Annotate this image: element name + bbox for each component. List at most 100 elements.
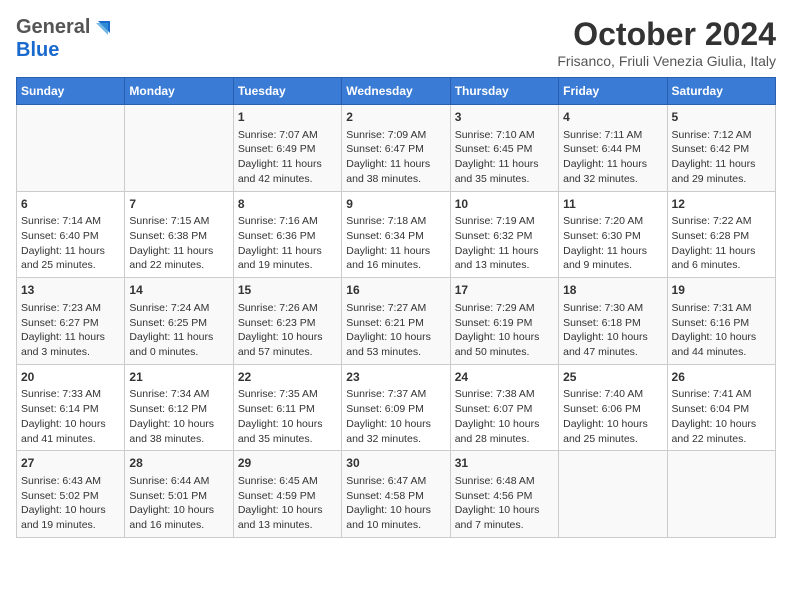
day-header-sunday: Sunday [17, 78, 125, 105]
calendar-cell: 8Sunrise: 7:16 AMSunset: 6:36 PMDaylight… [233, 191, 341, 278]
day-number: 16 [346, 282, 445, 299]
cell-content: Sunrise: 7:31 AM [672, 301, 771, 316]
day-number: 14 [129, 282, 228, 299]
day-number: 23 [346, 369, 445, 386]
cell-content: Daylight: 10 hours and 38 minutes. [129, 417, 228, 446]
day-number: 25 [563, 369, 662, 386]
calendar-cell [125, 105, 233, 192]
cell-content: Sunset: 4:58 PM [346, 489, 445, 504]
cell-content: Sunrise: 7:38 AM [455, 387, 554, 402]
cell-content: Daylight: 11 hours and 22 minutes. [129, 244, 228, 273]
day-number: 8 [238, 196, 337, 213]
cell-content: Daylight: 11 hours and 29 minutes. [672, 157, 771, 186]
calendar-cell: 25Sunrise: 7:40 AMSunset: 6:06 PMDayligh… [559, 364, 667, 451]
cell-content: Sunset: 6:27 PM [21, 316, 120, 331]
cell-content: Sunrise: 7:22 AM [672, 214, 771, 229]
cell-content: Sunset: 6:36 PM [238, 229, 337, 244]
cell-content: Sunset: 6:09 PM [346, 402, 445, 417]
cell-content: Sunrise: 7:35 AM [238, 387, 337, 402]
cell-content: Sunset: 6:40 PM [21, 229, 120, 244]
calendar-cell: 2Sunrise: 7:09 AMSunset: 6:47 PMDaylight… [342, 105, 450, 192]
cell-content: Sunrise: 7:14 AM [21, 214, 120, 229]
cell-content: Sunset: 6:45 PM [455, 142, 554, 157]
logo-icon [90, 17, 112, 39]
calendar-cell: 10Sunrise: 7:19 AMSunset: 6:32 PMDayligh… [450, 191, 558, 278]
cell-content: Daylight: 10 hours and 19 minutes. [21, 503, 120, 532]
week-row: 1Sunrise: 7:07 AMSunset: 6:49 PMDaylight… [17, 105, 776, 192]
cell-content: Sunset: 6:30 PM [563, 229, 662, 244]
day-number: 20 [21, 369, 120, 386]
calendar-cell: 26Sunrise: 7:41 AMSunset: 6:04 PMDayligh… [667, 364, 775, 451]
cell-content: Sunset: 6:28 PM [672, 229, 771, 244]
calendar-cell: 7Sunrise: 7:15 AMSunset: 6:38 PMDaylight… [125, 191, 233, 278]
cell-content: Daylight: 11 hours and 16 minutes. [346, 244, 445, 273]
cell-content: Daylight: 10 hours and 41 minutes. [21, 417, 120, 446]
cell-content: Sunrise: 7:16 AM [238, 214, 337, 229]
calendar-cell: 27Sunrise: 6:43 AMSunset: 5:02 PMDayligh… [17, 451, 125, 538]
cell-content: Daylight: 11 hours and 19 minutes. [238, 244, 337, 273]
cell-content: Sunset: 6:14 PM [21, 402, 120, 417]
day-number: 3 [455, 109, 554, 126]
calendar-cell [667, 451, 775, 538]
cell-content: Sunset: 6:07 PM [455, 402, 554, 417]
cell-content: Sunrise: 7:26 AM [238, 301, 337, 316]
day-header-tuesday: Tuesday [233, 78, 341, 105]
day-number: 5 [672, 109, 771, 126]
location: Frisanco, Friuli Venezia Giulia, Italy [557, 53, 776, 69]
logo-blue: Blue [16, 39, 59, 61]
cell-content: Sunrise: 7:41 AM [672, 387, 771, 402]
cell-content: Sunset: 6:18 PM [563, 316, 662, 331]
day-number: 24 [455, 369, 554, 386]
cell-content: Sunrise: 7:11 AM [563, 128, 662, 143]
week-row: 20Sunrise: 7:33 AMSunset: 6:14 PMDayligh… [17, 364, 776, 451]
day-number: 30 [346, 455, 445, 472]
day-number: 15 [238, 282, 337, 299]
cell-content: Sunrise: 7:19 AM [455, 214, 554, 229]
cell-content: Daylight: 10 hours and 32 minutes. [346, 417, 445, 446]
cell-content: Daylight: 10 hours and 28 minutes. [455, 417, 554, 446]
calendar-cell: 12Sunrise: 7:22 AMSunset: 6:28 PMDayligh… [667, 191, 775, 278]
cell-content: Sunrise: 7:18 AM [346, 214, 445, 229]
day-number: 28 [129, 455, 228, 472]
page-header: General Blue October 2024 Frisanco, Friu… [16, 16, 776, 69]
cell-content: Sunset: 6:11 PM [238, 402, 337, 417]
cell-content: Sunrise: 7:34 AM [129, 387, 228, 402]
cell-content: Sunset: 5:01 PM [129, 489, 228, 504]
day-header-monday: Monday [125, 78, 233, 105]
cell-content: Sunrise: 7:15 AM [129, 214, 228, 229]
week-row: 13Sunrise: 7:23 AMSunset: 6:27 PMDayligh… [17, 278, 776, 365]
cell-content: Sunset: 6:44 PM [563, 142, 662, 157]
cell-content: Sunrise: 7:09 AM [346, 128, 445, 143]
cell-content: Daylight: 10 hours and 25 minutes. [563, 417, 662, 446]
cell-content: Sunset: 6:38 PM [129, 229, 228, 244]
day-number: 6 [21, 196, 120, 213]
title-block: October 2024 Frisanco, Friuli Venezia Gi… [557, 16, 776, 69]
calendar-cell: 1Sunrise: 7:07 AMSunset: 6:49 PMDaylight… [233, 105, 341, 192]
day-number: 4 [563, 109, 662, 126]
day-number: 2 [346, 109, 445, 126]
cell-content: Daylight: 11 hours and 32 minutes. [563, 157, 662, 186]
day-number: 10 [455, 196, 554, 213]
day-header-wednesday: Wednesday [342, 78, 450, 105]
cell-content: Sunset: 6:49 PM [238, 142, 337, 157]
cell-content: Sunset: 6:12 PM [129, 402, 228, 417]
day-number: 9 [346, 196, 445, 213]
calendar-cell: 15Sunrise: 7:26 AMSunset: 6:23 PMDayligh… [233, 278, 341, 365]
calendar-cell: 11Sunrise: 7:20 AMSunset: 6:30 PMDayligh… [559, 191, 667, 278]
cell-content: Sunrise: 7:20 AM [563, 214, 662, 229]
cell-content: Daylight: 10 hours and 22 minutes. [672, 417, 771, 446]
cell-content: Sunrise: 7:30 AM [563, 301, 662, 316]
cell-content: Sunset: 6:34 PM [346, 229, 445, 244]
calendar-cell: 6Sunrise: 7:14 AMSunset: 6:40 PMDaylight… [17, 191, 125, 278]
calendar-cell: 18Sunrise: 7:30 AMSunset: 6:18 PMDayligh… [559, 278, 667, 365]
cell-content: Sunrise: 7:10 AM [455, 128, 554, 143]
cell-content: Sunrise: 7:33 AM [21, 387, 120, 402]
calendar-cell: 24Sunrise: 7:38 AMSunset: 6:07 PMDayligh… [450, 364, 558, 451]
cell-content: Sunrise: 7:12 AM [672, 128, 771, 143]
calendar-cell: 29Sunrise: 6:45 AMSunset: 4:59 PMDayligh… [233, 451, 341, 538]
calendar-cell: 19Sunrise: 7:31 AMSunset: 6:16 PMDayligh… [667, 278, 775, 365]
day-number: 21 [129, 369, 228, 386]
day-header-saturday: Saturday [667, 78, 775, 105]
cell-content: Sunset: 4:59 PM [238, 489, 337, 504]
cell-content: Daylight: 11 hours and 0 minutes. [129, 330, 228, 359]
